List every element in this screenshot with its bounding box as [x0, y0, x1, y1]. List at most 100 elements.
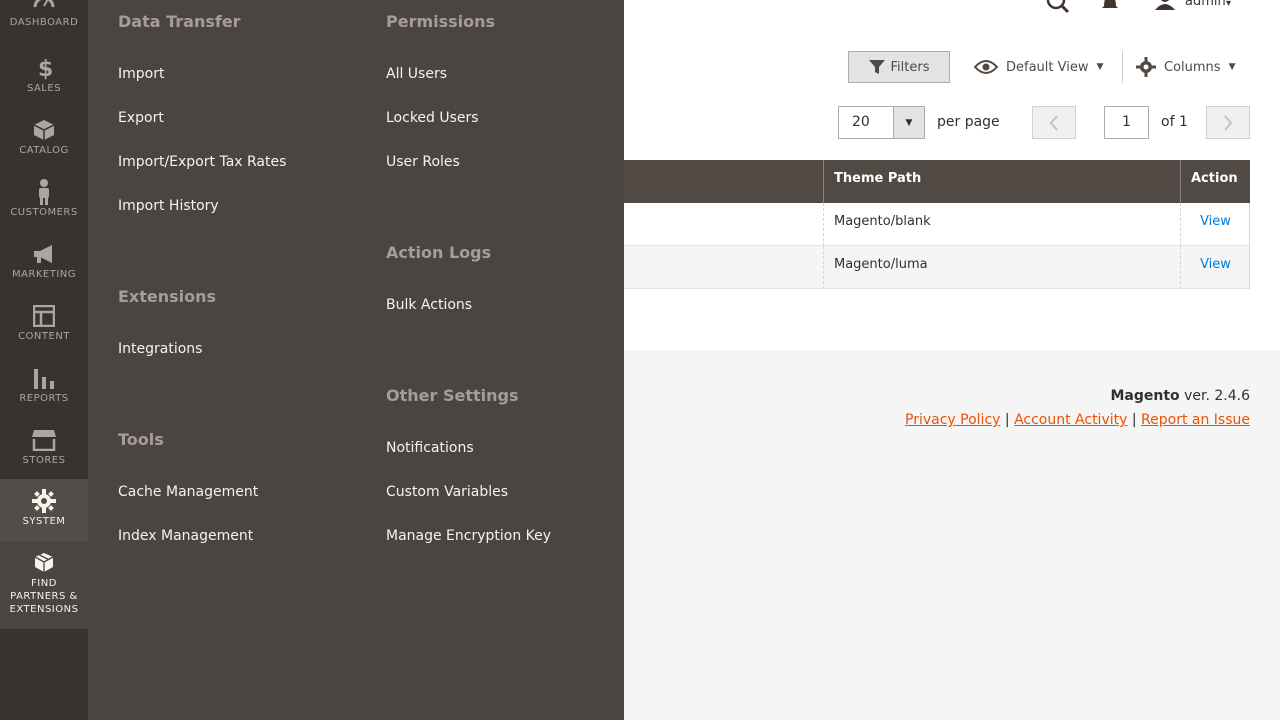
action-cell: View [1180, 246, 1250, 289]
chevron-left-icon [1049, 114, 1058, 131]
default-view-dropdown[interactable]: Default View ▼ [974, 55, 1103, 79]
pager-next-button[interactable] [1206, 106, 1250, 139]
nav-label: Reports [19, 393, 69, 404]
user-icon[interactable] [1155, 0, 1175, 12]
cube-icon [0, 116, 88, 144]
account-activity-link[interactable]: Account Activity [1014, 412, 1127, 428]
chevron-down-icon: ▼ [905, 117, 913, 128]
nav-label: Sales [26, 83, 62, 94]
footer-separator: | [1127, 412, 1142, 428]
per-page-label: per page [937, 114, 1000, 130]
footer-separator: | [1000, 412, 1015, 428]
nav-item-system[interactable]: System [0, 479, 88, 541]
nav-label: Partners & [10, 591, 78, 602]
layout-icon [0, 302, 88, 330]
chevron-down-icon: ▼ [1228, 62, 1236, 72]
gear-icon [0, 487, 88, 515]
eye-icon [974, 60, 998, 74]
theme-path-cell: Magento/blank [823, 203, 1180, 246]
submenu-link-export[interactable]: Export [118, 110, 164, 126]
nav-item-reports[interactable]: Reports [0, 364, 88, 426]
nav-label: Extensions [9, 604, 79, 615]
per-page-select[interactable]: 20 [838, 106, 893, 139]
pager-prev-button[interactable] [1032, 106, 1076, 139]
action-cell: View [1180, 203, 1250, 246]
footer-brand-name: Magento [1110, 388, 1180, 404]
submenu-heading-data-transfer: Data Transfer [118, 12, 241, 31]
nav-label: Dashboard [9, 17, 79, 28]
nav-label: Find [31, 578, 57, 589]
svg-text:$: $ [38, 57, 52, 80]
admin-name[interactable]: admin [1185, 0, 1226, 9]
nav-item-catalog[interactable]: Catalog [0, 116, 88, 178]
columns-label: Columns [1164, 59, 1221, 75]
submenu-heading-other-settings: Other Settings [386, 386, 519, 405]
toolbar-divider [1122, 51, 1123, 83]
nav-label: Customers [10, 207, 78, 218]
nav-item-marketing[interactable]: Marketing [0, 240, 88, 302]
search-icon[interactable] [1046, 0, 1070, 14]
nav-label: Marketing [11, 269, 77, 280]
nav-item-content[interactable]: Content [0, 302, 88, 364]
theme-path-cell: Magento/luma [823, 246, 1180, 289]
footer-version: Magento ver. 2.4.6 [1110, 388, 1250, 404]
chevron-right-icon [1224, 114, 1233, 131]
nav-label: Stores [22, 455, 66, 466]
system-submenu: Data Transfer Import Export Import/Expor… [88, 0, 624, 720]
page-count-label: of 1 [1161, 114, 1188, 130]
submenu-link-import[interactable]: Import [118, 66, 164, 82]
megaphone-icon [0, 240, 88, 268]
chevron-down-icon: ▼ [1096, 62, 1104, 72]
filter-icon [868, 60, 885, 74]
default-view-label: Default View [1006, 59, 1089, 75]
bell-icon[interactable] [1101, 0, 1119, 12]
gear-icon [1136, 57, 1156, 77]
submenu-link-integrations[interactable]: Integrations [118, 341, 202, 357]
nav-label: Catalog [19, 145, 69, 156]
submenu-heading-tools: Tools [118, 430, 164, 449]
footer-version-text: ver. 2.4.6 [1179, 388, 1250, 404]
admin-sidebar: Dashboard $ Sales Catalog Customers Mark… [0, 0, 88, 720]
table-row: Magento/luma View [624, 246, 1250, 289]
submenu-link-import-export-tax-rates[interactable]: Import/Export Tax Rates [118, 154, 286, 170]
submenu-link-manage-encryption-key[interactable]: Manage Encryption Key [386, 528, 551, 544]
chevron-down-icon[interactable]: ▾ [1226, 0, 1231, 9]
view-link[interactable]: View [1200, 214, 1231, 229]
submenu-heading-permissions: Permissions [386, 12, 496, 31]
table-row: Magento/blank View [624, 203, 1250, 246]
submenu-link-locked-users[interactable]: Locked Users [386, 110, 479, 126]
nav-item-partners-extensions[interactable]: Find Partners & Extensions [0, 541, 88, 629]
person-icon [0, 178, 88, 206]
dollar-icon: $ [0, 54, 88, 82]
submenu-link-cache-management[interactable]: Cache Management [118, 484, 258, 500]
nav-label: Content [18, 331, 70, 342]
store-icon [0, 426, 88, 454]
submenu-link-bulk-actions[interactable]: Bulk Actions [386, 297, 472, 313]
submenu-link-user-roles[interactable]: User Roles [386, 154, 460, 170]
view-link[interactable]: View [1200, 257, 1231, 272]
submenu-link-import-history[interactable]: Import History [118, 198, 219, 214]
bar-chart-icon [0, 364, 88, 392]
footer-links: Privacy Policy | Account Activity | Repo… [905, 412, 1250, 428]
column-header-action: Action [1180, 160, 1250, 203]
privacy-policy-link[interactable]: Privacy Policy [905, 412, 1000, 428]
nav-item-dashboard[interactable]: Dashboard [0, 0, 88, 50]
submenu-link-all-users[interactable]: All Users [386, 66, 447, 82]
submenu-heading-extensions: Extensions [118, 287, 217, 306]
page-number-input[interactable]: 1 [1104, 106, 1149, 139]
dashboard-icon [0, 0, 88, 16]
submenu-link-index-management[interactable]: Index Management [118, 528, 253, 544]
columns-dropdown[interactable]: Columns ▼ [1136, 55, 1235, 79]
report-issue-link[interactable]: Report an Issue [1141, 412, 1250, 428]
filters-button[interactable]: Filters [848, 51, 950, 83]
cubes-icon [0, 549, 88, 577]
nav-label: System [22, 516, 66, 527]
per-page-toggle[interactable]: ▼ [893, 106, 925, 139]
grid-header: Theme Path Action [624, 160, 1250, 203]
filters-label: Filters [890, 59, 930, 75]
nav-item-sales[interactable]: $ Sales [0, 54, 88, 116]
nav-item-customers[interactable]: Customers [0, 178, 88, 240]
column-header-theme-path[interactable]: Theme Path [823, 160, 1180, 203]
submenu-link-custom-variables[interactable]: Custom Variables [386, 484, 508, 500]
submenu-link-notifications[interactable]: Notifications [386, 440, 474, 456]
